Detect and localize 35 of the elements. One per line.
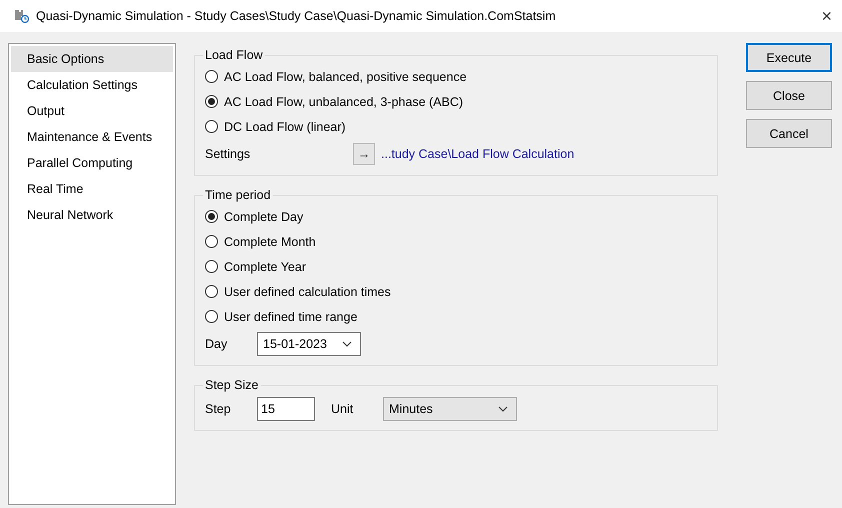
sidebar-item[interactable]: Maintenance & Events (11, 124, 173, 150)
radio-option[interactable]: Complete Year (205, 254, 306, 279)
sidebar-item[interactable]: Real Time (11, 176, 173, 202)
field-label: Day (205, 337, 228, 351)
app-icon (14, 8, 30, 24)
radio-option[interactable]: AC Load Flow, unbalanced, 3-phase (ABC) (205, 89, 464, 114)
group-title: Time period (204, 188, 272, 202)
sidebar-item[interactable]: Basic Options (11, 46, 173, 72)
radio-option[interactable]: DC Load Flow (linear) (205, 114, 346, 139)
settings-link[interactable]: ...tudy Case\Load Flow Calculation (381, 147, 574, 161)
sidebar-item[interactable]: Neural Network (11, 202, 173, 228)
sidebar-item[interactable]: Parallel Computing (11, 150, 173, 176)
field-label: Unit (331, 402, 354, 416)
dialog-button[interactable]: Cancel (746, 119, 832, 148)
chevron-down-icon (342, 341, 352, 347)
sidebar-item[interactable]: Output (11, 98, 173, 124)
radio-option[interactable]: User defined calculation times (205, 279, 391, 304)
sidebar-item[interactable]: Calculation Settings (11, 72, 173, 98)
dialog-button[interactable]: Close (746, 81, 832, 110)
radio-option[interactable]: User defined time range (205, 304, 358, 329)
field-label: Settings (205, 147, 252, 161)
window-title: Quasi-Dynamic Simulation - Study Cases\Study Case\Quasi-Dynamic Simulation.ComStatsim (36, 9, 557, 23)
group-title: Load Flow (204, 48, 264, 62)
group-title: Step Size (204, 378, 260, 392)
close-button[interactable]: × (817, 6, 836, 26)
chevron-down-icon (498, 406, 508, 412)
radio-option[interactable]: AC Load Flow, balanced, positive sequence (205, 64, 467, 89)
date-dropdown[interactable]: 15-01-2023 (257, 332, 361, 356)
dialog-button[interactable]: Execute (746, 43, 832, 72)
radio-option[interactable]: Complete Month (205, 229, 316, 254)
unit-dropdown[interactable]: Minutes (383, 397, 517, 421)
step-input[interactable]: 15 (257, 397, 315, 421)
radio-option[interactable]: Complete Day (205, 204, 304, 229)
arrow-button[interactable]: → (353, 143, 375, 165)
field-label: Step (205, 402, 232, 416)
